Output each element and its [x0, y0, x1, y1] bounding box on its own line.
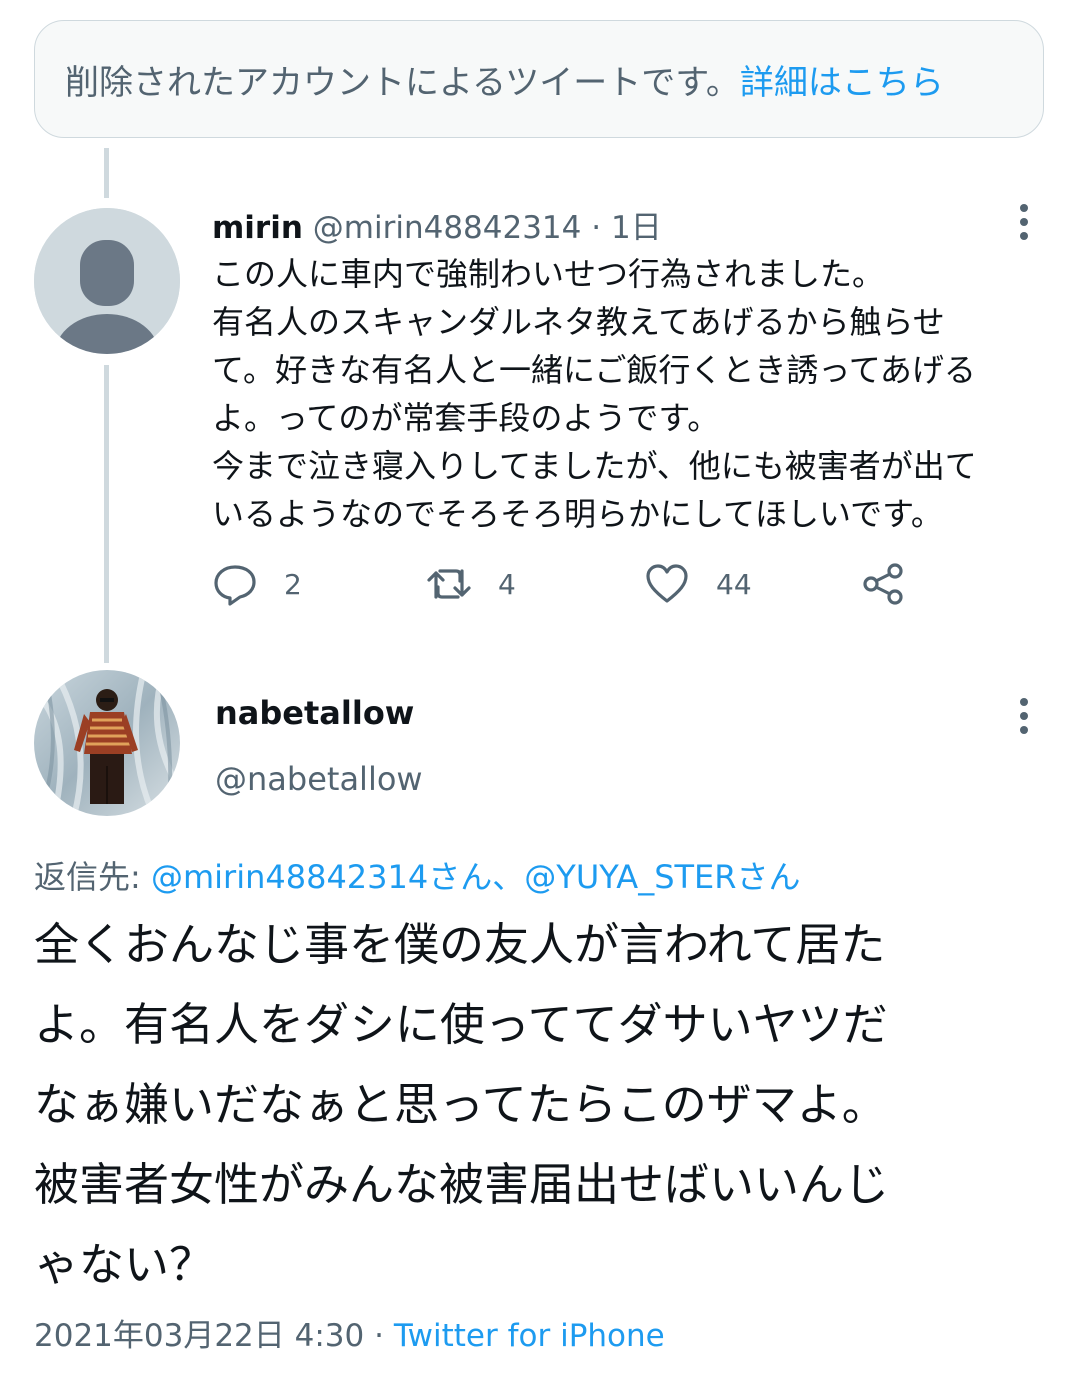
tweet1-author-name[interactable]: mirin — [212, 210, 303, 246]
tweet1-line: いるようなのでそろそろ明らかにしてほしいです。 — [212, 495, 943, 533]
thread-line-middle — [104, 365, 109, 663]
replying-to-label: 返信先: — [34, 858, 141, 896]
default-avatar-icon — [34, 208, 180, 354]
notice-text: 削除されたアカウントによるツイートです。 — [65, 63, 740, 103]
more-icon[interactable] — [1014, 202, 1034, 242]
tweet1-line: 有名人のスキャンダルネタ教えてあげるから触らせ — [212, 303, 945, 341]
like-icon — [646, 564, 688, 603]
retweet-button[interactable]: 4 — [426, 556, 516, 612]
tweet2-date[interactable]: 2021年03月22日 4:30 — [34, 1318, 364, 1354]
tweet2-line: 全くおんなじ事を僕の友人が言われて居た — [34, 918, 886, 971]
tweet1-line: よ。ってのが常套手段のようです。 — [212, 399, 720, 437]
mention-separator: 、 — [492, 858, 525, 896]
tweet2-line: 被害者女性がみんな被害届出せばいいんじ — [34, 1158, 890, 1211]
like-button[interactable]: 44 — [644, 556, 752, 612]
mention-yuya-ster[interactable]: @YUYA_STERさん — [524, 858, 800, 896]
tweet1-line: 今まで泣き寝入りしてましたが、他にも被害者が出て — [212, 447, 977, 485]
reply-button[interactable]: 2 — [212, 556, 302, 612]
tweet1-header: mirin @mirin48842314 · 1日 — [212, 202, 662, 247]
tweet2-line: なぁ嫌いだなぁと思ってたらこのザマよ。 — [34, 1078, 887, 1131]
tweet1-time[interactable]: 1日 — [611, 210, 662, 246]
like-count: 44 — [716, 567, 752, 601]
replying-to: 返信先: @mirin48842314さん、@YUYA_STERさん — [34, 852, 801, 898]
tweet2-timestamp: 2021年03月22日 4:30 · Twitter for iPhone — [34, 1310, 665, 1355]
share-icon — [863, 563, 903, 605]
reply-icon — [214, 565, 256, 606]
tweet2-source[interactable]: Twitter for iPhone — [394, 1318, 665, 1354]
nabetallow-avatar[interactable] — [34, 670, 180, 816]
tweet2-author-handle[interactable]: @nabetallow — [215, 760, 423, 798]
tweet1-actions: 2 4 44 — [212, 556, 972, 612]
deleted-account-notice: 削除されたアカウントによるツイートです。詳細はこちら — [34, 20, 1044, 138]
tweet2-text: 全くおんなじ事を僕の友人が言われて居た よ。有名人をダシに使っててダサいヤツだ … — [34, 905, 1054, 1305]
timestamp-dot: · — [374, 1318, 384, 1354]
tweet1-line: て。好きな有名人と一緒にご飯行くとき誘ってあげる — [212, 351, 976, 389]
reply-count: 2 — [284, 567, 302, 601]
share-button[interactable] — [860, 556, 906, 612]
tweet1-text: この人に車内で強制わいせつ行為されました。 有名人のスキャンダルネタ教えてあげる… — [212, 250, 1062, 538]
thread-line-top — [104, 148, 109, 198]
tweet1-author-handle[interactable]: @mirin48842314 — [313, 210, 582, 246]
tweet1-line: この人に車内で強制わいせつ行為されました。 — [212, 255, 885, 293]
retweet-icon — [427, 569, 471, 599]
retweet-count: 4 — [498, 567, 516, 601]
more-icon[interactable] — [1014, 696, 1034, 736]
tweet2-line: ゃない？ — [34, 1238, 215, 1291]
tweet2-line: よ。有名人をダシに使っててダサいヤツだ — [34, 998, 888, 1051]
notice-details-link[interactable]: 詳細はこちら — [740, 63, 944, 103]
tweet2-author-name[interactable]: nabetallow — [215, 694, 414, 732]
mirin-avatar[interactable] — [34, 208, 180, 354]
profile-photo — [34, 670, 180, 816]
mention-mirin[interactable]: @mirin48842314さん — [151, 858, 492, 896]
tweet1-dot: · — [591, 210, 602, 246]
